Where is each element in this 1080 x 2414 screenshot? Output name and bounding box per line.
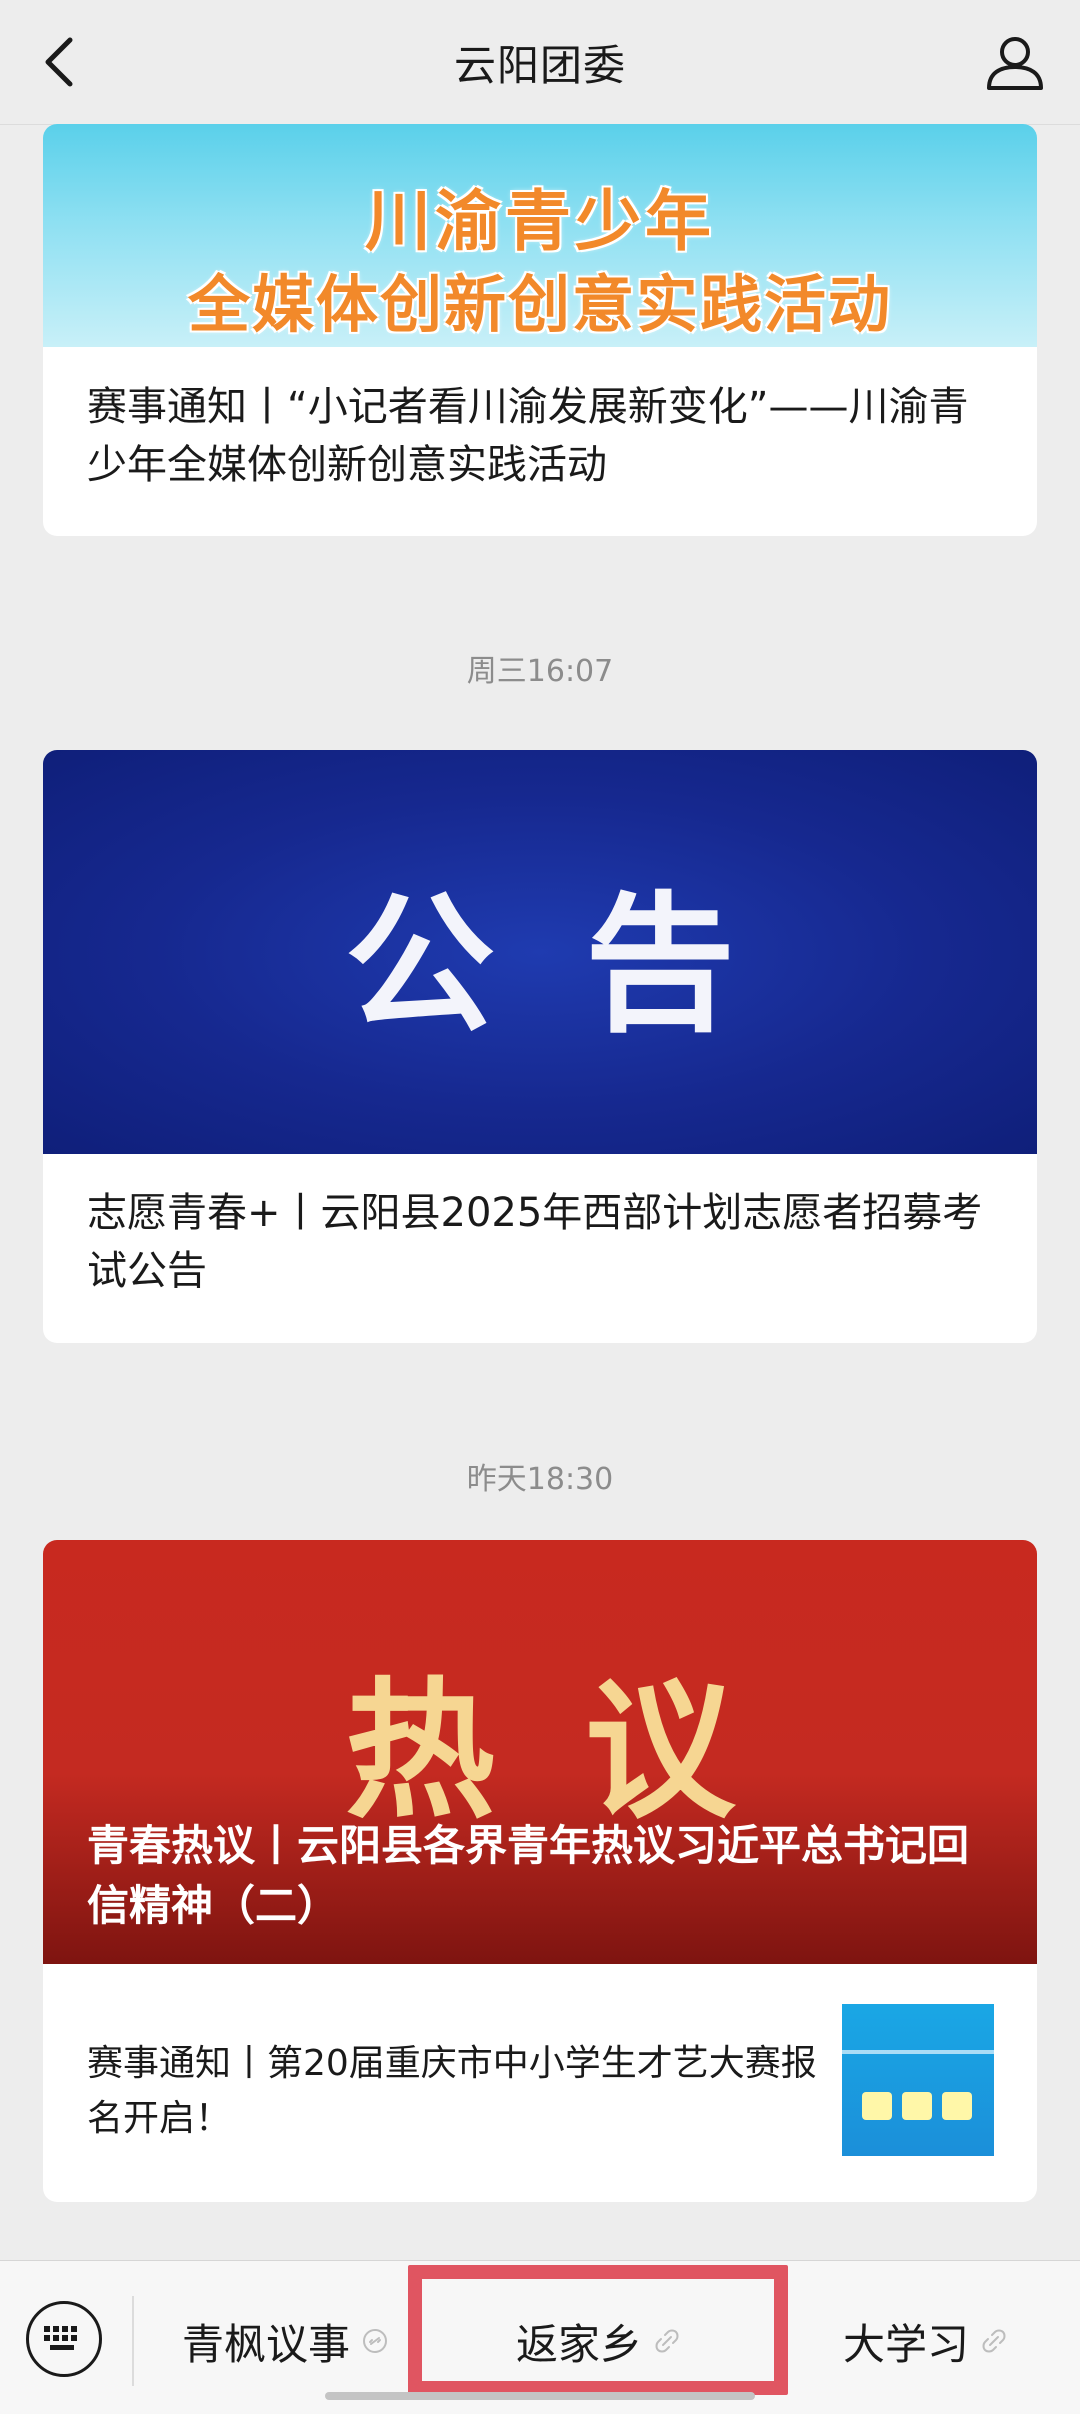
top-nav-bar: 云阳团委 — [0, 0, 1080, 125]
link-icon — [982, 2329, 1006, 2353]
menu-item-label: 青枫议事 — [181, 2319, 350, 2369]
account-profile-button[interactable] — [980, 28, 1050, 98]
user-icon — [987, 37, 1043, 90]
message-timestamp: 周三16:07 — [466, 654, 614, 689]
keyboard-icon — [44, 2326, 77, 2350]
article-title[interactable]: 志愿青春+丨云阳县2025年西部计划志愿者招募考试公告 — [87, 1184, 997, 1300]
article-card[interactable]: 公告 志愿青春+丨云阳县2025年西部计划志愿者招募考试公告 — [43, 750, 1037, 1343]
article-card[interactable]: 川渝青少年 全媒体创新创意实践活动 赛事通知丨“小记者看川渝发展新变化”——川渝… — [43, 124, 1037, 536]
thumbnail-graphic — [842, 2086, 994, 2136]
list-item[interactable]: 赛事通知丨第20届重庆市中小学生才艺大赛报名开启！ — [43, 1964, 1037, 2202]
menu-divider — [132, 2296, 134, 2386]
thumbnail-decoration — [842, 2050, 994, 2054]
article-title[interactable]: 赛事通知丨“小记者看川渝发展新变化”——川渝青少年全媒体创新创意实践活动 — [87, 378, 997, 494]
article-cover-image[interactable]: 川渝青少年 全媒体创新创意实践活动 — [43, 124, 1037, 347]
page-title: 云阳团委 — [453, 40, 626, 90]
highlight-box — [408, 2265, 788, 2395]
cover-text: 热议 — [344, 1665, 825, 1839]
article-title[interactable]: 赛事通知丨第20届重庆市中小学生才艺大赛报名开启！ — [87, 2036, 847, 2146]
menu-item-big-study[interactable]: 大学习 — [790, 2301, 1060, 2381]
message-timestamp: 昨天18:30 — [466, 1462, 614, 1497]
cover-text: 公告 — [344, 878, 825, 1053]
article-title[interactable]: 青春热议丨云阳县各界青年热议习近平总书记回信精神（二） — [87, 1816, 1007, 1936]
menu-item-qingfeng[interactable]: 青枫议事 — [150, 2301, 420, 2381]
chevron-left-icon — [45, 37, 73, 87]
cover-text-line2: 全媒体创新创意实践活动 — [187, 268, 892, 341]
home-indicator[interactable] — [325, 2392, 755, 2400]
thumbnail-art — [862, 2092, 972, 2120]
article-card[interactable]: 热议 青春热议丨云阳县各界青年热议习近平总书记回信精神（二） 赛事通知丨第20届… — [43, 1540, 1037, 2202]
menu-item-label: 大学习 — [842, 2319, 969, 2369]
cover-text-line1: 川渝青少年 — [365, 183, 715, 260]
article-cover-image[interactable]: 公告 — [43, 750, 1037, 1154]
keyboard-toggle-button[interactable] — [26, 2301, 102, 2377]
article-thumbnail[interactable] — [842, 2004, 994, 2156]
article-cover-image[interactable]: 热议 青春热议丨云阳县各界青年热议习近平总书记回信精神（二） — [43, 1540, 1037, 1964]
back-button[interactable] — [30, 32, 90, 92]
link-icon — [363, 2329, 387, 2353]
